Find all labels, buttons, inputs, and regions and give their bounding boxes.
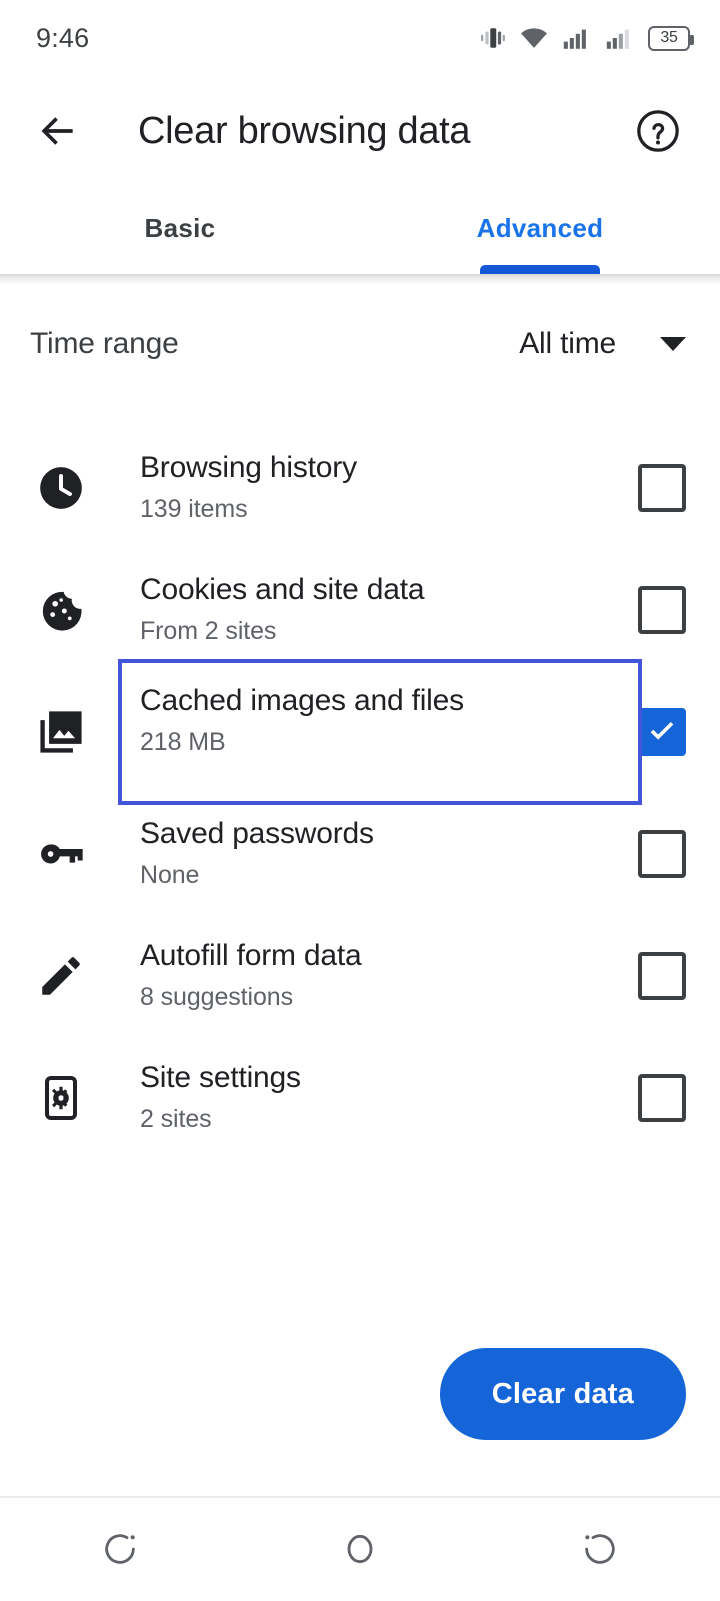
pencil-icon xyxy=(28,951,94,1001)
recents-arc-icon xyxy=(105,1534,135,1564)
data-types-list: Browsing history 139 items Cookies and s… xyxy=(0,403,720,1159)
row-text-block: Saved passwords None xyxy=(122,806,638,901)
tab-basic[interactable]: Basic xyxy=(0,186,360,274)
row-browsing-history[interactable]: Browsing history 139 items xyxy=(0,427,720,549)
time-range-value: All time xyxy=(519,327,616,360)
row-cached-images-and-files[interactable]: Cached images and files 218 MB xyxy=(0,659,720,805)
checkbox-autofill-form-data[interactable] xyxy=(638,952,686,1000)
row-subtitle: 8 suggestions xyxy=(140,983,293,1012)
checkbox-saved-passwords[interactable] xyxy=(638,830,686,878)
row-subtitle: 2 sites xyxy=(140,1105,212,1134)
row-subtitle: 218 MB xyxy=(140,728,226,757)
status-bar: 9:46 35 xyxy=(0,0,720,76)
row-site-settings[interactable]: Site settings 2 sites xyxy=(0,1037,720,1159)
row-text-block: Browsing history 139 items xyxy=(122,440,638,535)
clear-data-button[interactable]: Clear data xyxy=(439,1348,686,1440)
key-icon xyxy=(28,828,94,880)
cookie-icon xyxy=(28,585,94,635)
clock-icon xyxy=(28,463,94,513)
row-text-block: Cookies and site data From 2 sites xyxy=(122,562,638,657)
row-subtitle: 139 items xyxy=(140,495,248,524)
help-button[interactable] xyxy=(630,103,686,159)
row-title: Saved passwords xyxy=(140,817,374,851)
tab-bar-shadow xyxy=(0,274,720,285)
row-title: Cached images and files xyxy=(140,684,464,718)
row-title: Site settings xyxy=(140,1061,301,1095)
battery-level: 35 xyxy=(660,29,678,46)
wifi-icon xyxy=(521,28,547,48)
time-range-selector[interactable]: Time range All time xyxy=(0,285,720,403)
checkbox-browsing-history[interactable] xyxy=(638,464,686,512)
signal-icon-2 xyxy=(606,29,629,49)
system-navigation-bar xyxy=(0,1496,720,1600)
back-button[interactable] xyxy=(30,103,86,159)
row-subtitle: None xyxy=(140,861,200,890)
row-title: Autofill form data xyxy=(140,939,362,973)
checkbox-site-settings[interactable] xyxy=(638,1074,686,1122)
row-title: Browsing history xyxy=(140,451,357,485)
signal-icon xyxy=(563,29,586,49)
row-text-block: Cached images and files 218 MB xyxy=(118,659,642,805)
home-circle-icon xyxy=(347,1534,373,1564)
site-settings-icon xyxy=(28,1074,94,1122)
row-autofill-form-data[interactable]: Autofill form data 8 suggestions xyxy=(0,915,720,1037)
checkbox-cookies-and-site-data[interactable] xyxy=(638,586,686,634)
row-title: Cookies and site data xyxy=(140,573,425,607)
check-icon xyxy=(650,721,674,740)
back-arc-icon xyxy=(585,1534,615,1564)
status-clock: 9:46 xyxy=(36,22,90,53)
vibrate-icon xyxy=(481,28,505,48)
arrow-back-icon xyxy=(41,117,73,145)
page-title: Clear browsing data xyxy=(138,109,471,152)
row-text-block: Site settings 2 sites xyxy=(122,1050,638,1145)
chevron-down-icon xyxy=(660,337,686,351)
footer-actions: Clear data xyxy=(0,1348,720,1440)
recents-button[interactable] xyxy=(60,1497,180,1601)
row-saved-passwords[interactable]: Saved passwords None xyxy=(0,793,720,915)
help-circle-icon xyxy=(637,110,679,152)
row-subtitle: From 2 sites xyxy=(140,617,277,646)
photo-library-icon xyxy=(28,706,94,758)
back-button-nav[interactable] xyxy=(540,1497,660,1601)
tab-active-indicator xyxy=(480,265,600,274)
tab-basic-label: Basic xyxy=(144,212,216,243)
status-icon-group: 35 xyxy=(480,25,694,51)
time-range-label: Time range xyxy=(30,327,179,360)
checkbox-cached-images-and-files[interactable] xyxy=(638,708,686,756)
row-cookies-and-site-data[interactable]: Cookies and site data From 2 sites xyxy=(0,549,720,671)
tab-bar: Basic Advanced xyxy=(0,186,720,274)
tab-advanced[interactable]: Advanced xyxy=(360,186,720,274)
battery-icon: 35 xyxy=(648,25,694,51)
app-toolbar: Clear browsing data xyxy=(0,76,720,186)
home-button[interactable] xyxy=(300,1497,420,1601)
tab-advanced-label: Advanced xyxy=(476,212,604,243)
row-text-block: Autofill form data 8 suggestions xyxy=(122,928,638,1023)
